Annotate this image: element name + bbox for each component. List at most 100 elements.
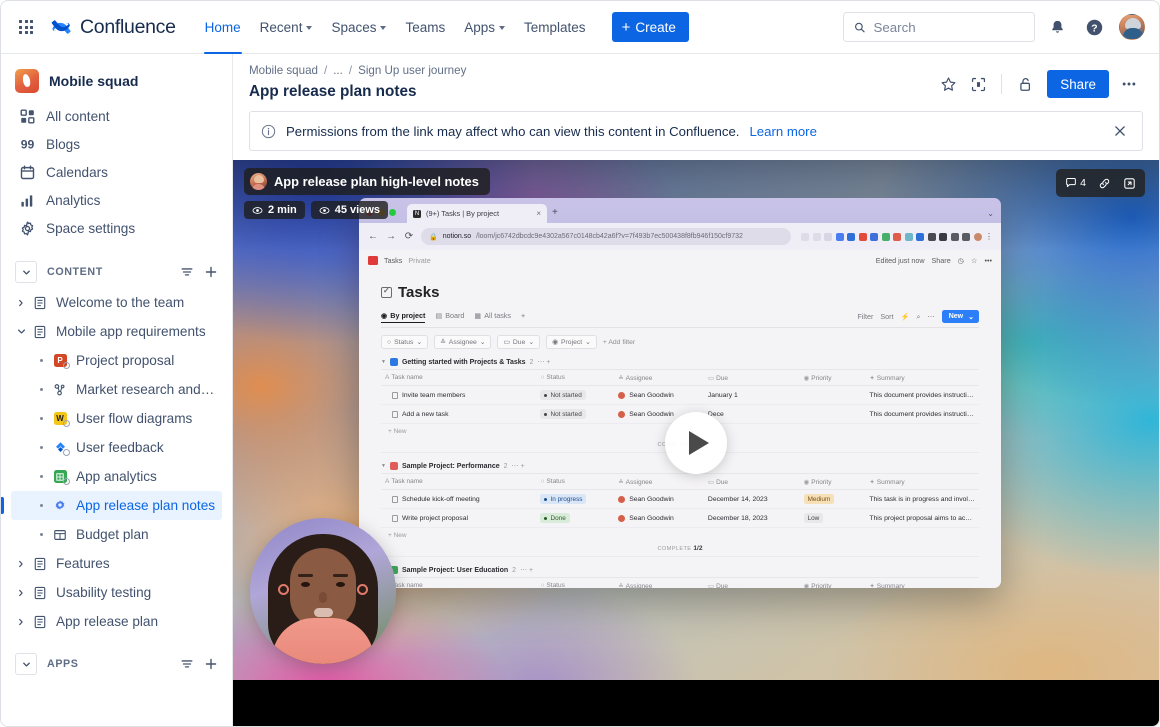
help-circle-icon: ?: [1085, 18, 1104, 37]
presentation-mode-button[interactable]: [964, 70, 992, 98]
nav-spaces[interactable]: Spaces: [322, 11, 395, 43]
filter-chip-assignee: ≗ Assignee ⌄: [434, 335, 491, 349]
table-row: Schedule kick-off meeting In progress Se…: [381, 490, 979, 509]
share-button[interactable]: Share: [1047, 70, 1109, 98]
browser-extensions: ⋮: [797, 232, 993, 241]
search-input[interactable]: [874, 20, 1024, 35]
content-add-button[interactable]: [200, 261, 222, 283]
info-circle-icon: [261, 124, 276, 139]
breadcrumb-ellipsis[interactable]: ...: [333, 64, 343, 77]
extension-icon: [847, 233, 855, 241]
chevron-right-icon[interactable]: [11, 589, 31, 597]
nav-recent[interactable]: Recent: [251, 11, 322, 43]
tree-item-app-release-plan[interactable]: App release plan: [11, 607, 222, 636]
tree-item-mobile-app-requirements[interactable]: Mobile app requirements: [11, 317, 222, 346]
nav-templates[interactable]: Templates: [515, 11, 595, 43]
url-field: 🔒 notion.so/loom/jc6742dbcdc9e4302a567c0…: [421, 228, 791, 245]
global-search[interactable]: [843, 12, 1035, 42]
chevron-down-icon: [22, 268, 31, 277]
create-button[interactable]: + Create: [612, 12, 689, 42]
sidebar-item-all-content[interactable]: All content: [11, 102, 222, 130]
chevron-down-icon: ⌄: [480, 338, 486, 346]
tree-item-project-proposal[interactable]: P Project proposal: [11, 346, 222, 375]
col-priority: ◉Priority: [800, 370, 866, 386]
tree-item-welcome-to-the-team[interactable]: Welcome to the team: [11, 288, 222, 317]
sidebar-item-analytics[interactable]: Analytics: [11, 186, 222, 214]
svg-text:?: ?: [1091, 23, 1097, 34]
tree-item-label: Mobile app requirements: [56, 324, 206, 339]
banner-close-button[interactable]: [1110, 121, 1130, 141]
chevron-right-icon[interactable]: [11, 299, 31, 307]
space-header[interactable]: Mobile squad: [1, 64, 232, 98]
apps-add-button[interactable]: [200, 653, 222, 675]
tree-item-label: Project proposal: [76, 353, 174, 368]
confluence-home-link[interactable]: Confluence: [51, 16, 176, 39]
col-task-name: ATask name: [381, 578, 536, 589]
notion-group-user-education: ▼ Sample Project: User Education 2 ⋯ + A…: [381, 566, 979, 588]
chevron-down-icon[interactable]: [11, 327, 31, 336]
presenter-camera-bubble: [250, 518, 396, 664]
brand-name: Confluence: [80, 16, 176, 39]
notion-breadcrumb-private: Private: [408, 256, 430, 265]
nav-apps[interactable]: Apps: [455, 11, 514, 43]
tree-item-app-analytics[interactable]: App analytics: [11, 462, 222, 491]
sidebar-item-space-settings[interactable]: Space settings: [11, 214, 222, 242]
video-comments-button[interactable]: 4: [1061, 172, 1090, 194]
page-restrictions-button[interactable]: [1011, 70, 1039, 98]
play-button[interactable]: [665, 412, 727, 474]
notifications-button[interactable]: [1042, 12, 1072, 42]
sidebar-item-label: All content: [46, 109, 109, 124]
content-section-collapse-button[interactable]: [15, 261, 37, 283]
tree-item-app-release-plan-notes[interactable]: App release plan notes: [11, 491, 222, 520]
col-summary: ✦Summary: [865, 474, 979, 490]
eye-icon: [319, 205, 330, 216]
tree-item-label: Welcome to the team: [56, 295, 184, 310]
app-switcher-button[interactable]: [11, 12, 41, 42]
cell-priority: Medium: [800, 490, 866, 509]
help-button[interactable]: ?: [1079, 12, 1109, 42]
space-sidebar: Mobile squad All content: [1, 54, 233, 726]
chevron-right-icon[interactable]: [11, 618, 31, 626]
banner-learn-more-link[interactable]: Learn more: [749, 124, 816, 139]
chevron-down-icon: ⌄: [585, 338, 591, 346]
tree-item-user-feedback[interactable]: User feedback: [11, 433, 222, 462]
tree-item-market-research[interactable]: Market research and co...: [11, 375, 222, 404]
create-button-label: Create: [635, 20, 676, 35]
apps-section-collapse-button[interactable]: [15, 653, 37, 675]
group-count: 2: [504, 463, 508, 470]
sidebar-item-calendars[interactable]: Calendars: [11, 158, 222, 186]
nav-teams[interactable]: Teams: [396, 11, 454, 43]
tree-item-usability-testing[interactable]: Usability testing: [11, 578, 222, 607]
star-page-button[interactable]: [934, 70, 962, 98]
sidebar-item-blogs[interactable]: 99 Blogs: [11, 130, 222, 158]
tree-item-budget-plan[interactable]: Budget plan: [11, 520, 222, 549]
plus-icon: [204, 657, 218, 671]
loom-video-embed[interactable]: N (9+) Tasks | By project × + ⌄ ← → ⟳ 🔒: [233, 160, 1159, 726]
breadcrumb-parent[interactable]: Sign Up user journey: [358, 64, 466, 77]
page-icon: [392, 392, 398, 399]
tree-item-label: Budget plan: [76, 527, 149, 542]
notion-workspace-icon: [368, 256, 378, 265]
tree-item-features[interactable]: Features: [11, 549, 222, 578]
presenter-face: [290, 548, 356, 628]
content-filter-button[interactable]: [176, 261, 198, 283]
board-icon: W: [51, 412, 69, 425]
more-horizontal-icon: ⋯ +: [537, 358, 550, 366]
page-more-actions-button[interactable]: [1115, 70, 1143, 98]
video-open-external-button[interactable]: [1118, 172, 1140, 194]
new-row-button: + New: [381, 528, 979, 539]
space-name: Mobile squad: [49, 73, 138, 89]
video-copy-link-button[interactable]: [1093, 172, 1115, 194]
sidebar-item-label: Calendars: [46, 165, 108, 180]
calendar-icon: ▭: [708, 479, 714, 486]
extension-icon: [905, 233, 913, 241]
user-avatar[interactable]: [1119, 14, 1145, 40]
tree-item-user-flow-diagrams[interactable]: W User flow diagrams: [11, 404, 222, 433]
chevron-right-icon[interactable]: [11, 560, 31, 568]
nav-home[interactable]: Home: [196, 11, 250, 43]
breadcrumb-space[interactable]: Mobile squad: [249, 64, 318, 77]
permissions-banner: Permissions from the link may affect who…: [249, 111, 1143, 151]
table-row: Invite team members Not started Sean Goo…: [381, 386, 979, 405]
cell-summary: This document provides instructions for …: [865, 405, 979, 424]
apps-filter-button[interactable]: [176, 653, 198, 675]
